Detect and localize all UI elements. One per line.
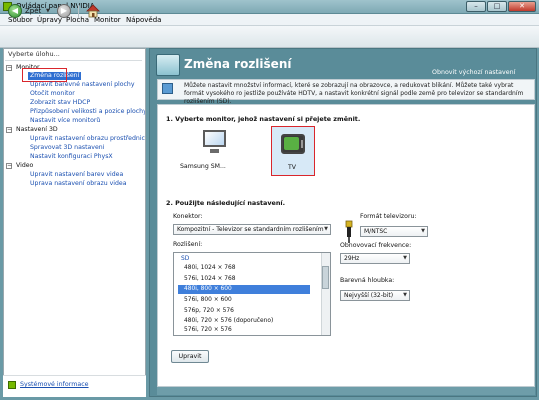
list-item[interactable]: 480i, 1024 × 768 <box>184 264 236 273</box>
back-dropdown-icon[interactable]: ▼ <box>46 8 50 14</box>
refresh-rate-select[interactable]: 29Hz ▼ <box>340 253 410 264</box>
sidebar-item-hdcp[interactable]: Zobrazit stav HDCP <box>30 99 90 107</box>
sidebar-item-rotate[interactable]: Otočit monitor <box>30 90 75 98</box>
collapse-3d-icon[interactable]: − <box>6 127 12 133</box>
list-item[interactable]: 576i, 1024 × 768 <box>184 275 236 284</box>
page-title: Změna rozlišení <box>184 57 292 71</box>
menu-edit[interactable]: Úpravy <box>37 16 62 24</box>
list-group-header: SD <box>181 256 190 262</box>
task-pane-title: Vyberte úlohu... <box>5 50 142 61</box>
list-item[interactable]: 576p, 720 × 576 <box>184 307 234 316</box>
refresh-rate-value: 29Hz <box>344 255 360 262</box>
sidebar-item-video-image[interactable]: Úprava nastavení obrazu videa <box>30 180 127 188</box>
toolbar-divider <box>78 5 79 18</box>
color-depth-label: Barevná hloubka: <box>340 277 395 284</box>
category-3d[interactable]: Nastavení 3D <box>16 126 58 134</box>
composite-plug-icon <box>345 220 353 243</box>
resolution-label: Rozlišení: <box>173 241 203 248</box>
monitor-label-samsung[interactable]: Samsung SM... <box>180 163 226 170</box>
sidebar-item-image-settings[interactable]: Upravit nastavení obrazu prostřednictvím… <box>30 135 145 143</box>
info-icon <box>162 83 173 94</box>
system-info-icon <box>8 381 16 389</box>
sidebar-item-size-position[interactable]: Přizpůsobení velikosti a pozice plochy <box>30 108 145 116</box>
chevron-down-icon: ▼ <box>324 226 328 232</box>
connector-value: Kompozitní - Televizor se standardním ro… <box>177 226 324 233</box>
maximize-button[interactable]: □ <box>487 1 507 12</box>
connector-select[interactable]: Kompozitní - Televizor se standardním ro… <box>173 224 331 235</box>
sidebar-item-manage-3d[interactable]: Spravovat 3D nastavení <box>30 144 104 152</box>
toolbar <box>0 26 539 48</box>
bottom-strip <box>157 387 535 395</box>
back-arrow-icon[interactable]: ◀ <box>8 4 22 18</box>
tv-format-label: Formát televizoru: <box>360 213 417 220</box>
restore-defaults-link[interactable]: Obnovit výchozí nastavení <box>432 69 515 76</box>
sidebar-item-video-color[interactable]: Upravit nastavení barev videa <box>30 171 123 179</box>
chevron-down-icon: ▼ <box>403 255 407 261</box>
scrollbar-thumb[interactable] <box>322 266 329 289</box>
page-description: Můžete nastavit množství informací, kter… <box>157 79 535 105</box>
color-depth-select[interactable]: Nejvyšší (32-bit) ▼ <box>340 290 410 301</box>
sidebar-item-desktop-color[interactable]: Upravit barevné nastavení plochy <box>30 81 145 89</box>
monitor-icon[interactable] <box>203 130 226 147</box>
monitor-label-tv[interactable]: TV <box>288 164 296 171</box>
tv-screen-display <box>284 137 299 150</box>
list-item[interactable]: 576i, 720 × 576 <box>184 326 232 335</box>
back-label[interactable]: Zpět <box>25 7 41 15</box>
monitor-stand <box>210 149 219 153</box>
system-info-link[interactable]: Systémové informace <box>20 381 89 388</box>
collapse-monitor-icon[interactable]: − <box>6 65 12 71</box>
selection-highlight <box>22 68 67 82</box>
sidebar-item-multi-monitor[interactable]: Nastavit více monitorů <box>30 117 100 125</box>
menu-help[interactable]: Nápověda <box>126 16 161 24</box>
category-video[interactable]: Video <box>16 162 33 170</box>
refresh-rate-label: Obnovovací frekvence: <box>340 242 412 249</box>
minimize-button[interactable]: – <box>466 1 486 12</box>
apply-button[interactable]: Upravit <box>171 350 209 363</box>
home-icon[interactable] <box>85 3 101 19</box>
color-depth-value: Nejvyšší (32-bit) <box>344 292 394 299</box>
list-item[interactable]: 576i, 800 × 600 <box>184 296 232 305</box>
list-item[interactable]: 480i, 720 × 576 (doporučeno) <box>184 317 273 326</box>
tv-format-value: M/NTSC <box>364 228 388 235</box>
step2-heading: 2. Použijte následující nastavení. <box>166 199 286 207</box>
resolution-page-icon <box>156 54 180 76</box>
chevron-down-icon: ▼ <box>421 228 425 234</box>
connector-label: Konektor: <box>173 213 203 220</box>
collapse-video-icon[interactable]: − <box>6 163 12 169</box>
sidebar-item-physx[interactable]: Nastavit konfiguraci PhysX <box>30 153 113 161</box>
forward-arrow-icon[interactable]: ▶ <box>57 4 71 18</box>
step1-heading: 1. Vyberte monitor, jehož nastavení si p… <box>166 115 361 123</box>
tv-knob <box>301 140 303 148</box>
close-button[interactable]: ✕ <box>508 1 536 12</box>
chevron-down-icon: ▼ <box>403 292 407 298</box>
list-item-selected[interactable]: 480i, 800 × 600 <box>178 285 310 294</box>
tv-format-select[interactable]: M/NTSC ▼ <box>360 226 428 237</box>
